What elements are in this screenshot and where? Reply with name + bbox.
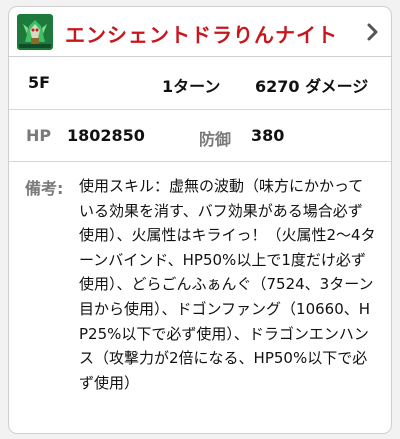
enemy-detail-card: エンシェントドラりんナイト 5F 1ターン 6270 ダメージ HP 18028… bbox=[8, 6, 392, 434]
stats-row: HP 1802850 防御 380 bbox=[9, 110, 391, 162]
dragon-knight-monster-icon bbox=[17, 14, 53, 50]
notes-label: 備考: bbox=[25, 179, 64, 198]
damage-value: 6270 ダメージ bbox=[255, 77, 369, 96]
hp-value: 1802850 bbox=[67, 126, 145, 145]
enemy-name: エンシェントドラりんナイト bbox=[65, 23, 338, 47]
enemy-title-row[interactable]: エンシェントドラりんナイト bbox=[9, 7, 391, 57]
turn-count-value: 1ターン bbox=[162, 77, 221, 96]
floor-value: 5F bbox=[28, 73, 51, 92]
notes-row: 備考: 使用スキル：虚無の波動（味方にかかっている効果を消す、バフ効果がある場合… bbox=[9, 162, 391, 433]
chevron-right-icon[interactable] bbox=[365, 21, 381, 43]
defense-value: 380 bbox=[251, 126, 285, 145]
attack-info-row: 5F 1ターン 6270 ダメージ bbox=[9, 57, 391, 110]
notes-text: 使用スキル：虚無の波動（味方にかかっている効果を消す、バフ効果がある場合必ず使用… bbox=[79, 177, 376, 392]
defense-label: 防御 bbox=[199, 130, 232, 149]
hp-label: HP bbox=[26, 126, 52, 145]
